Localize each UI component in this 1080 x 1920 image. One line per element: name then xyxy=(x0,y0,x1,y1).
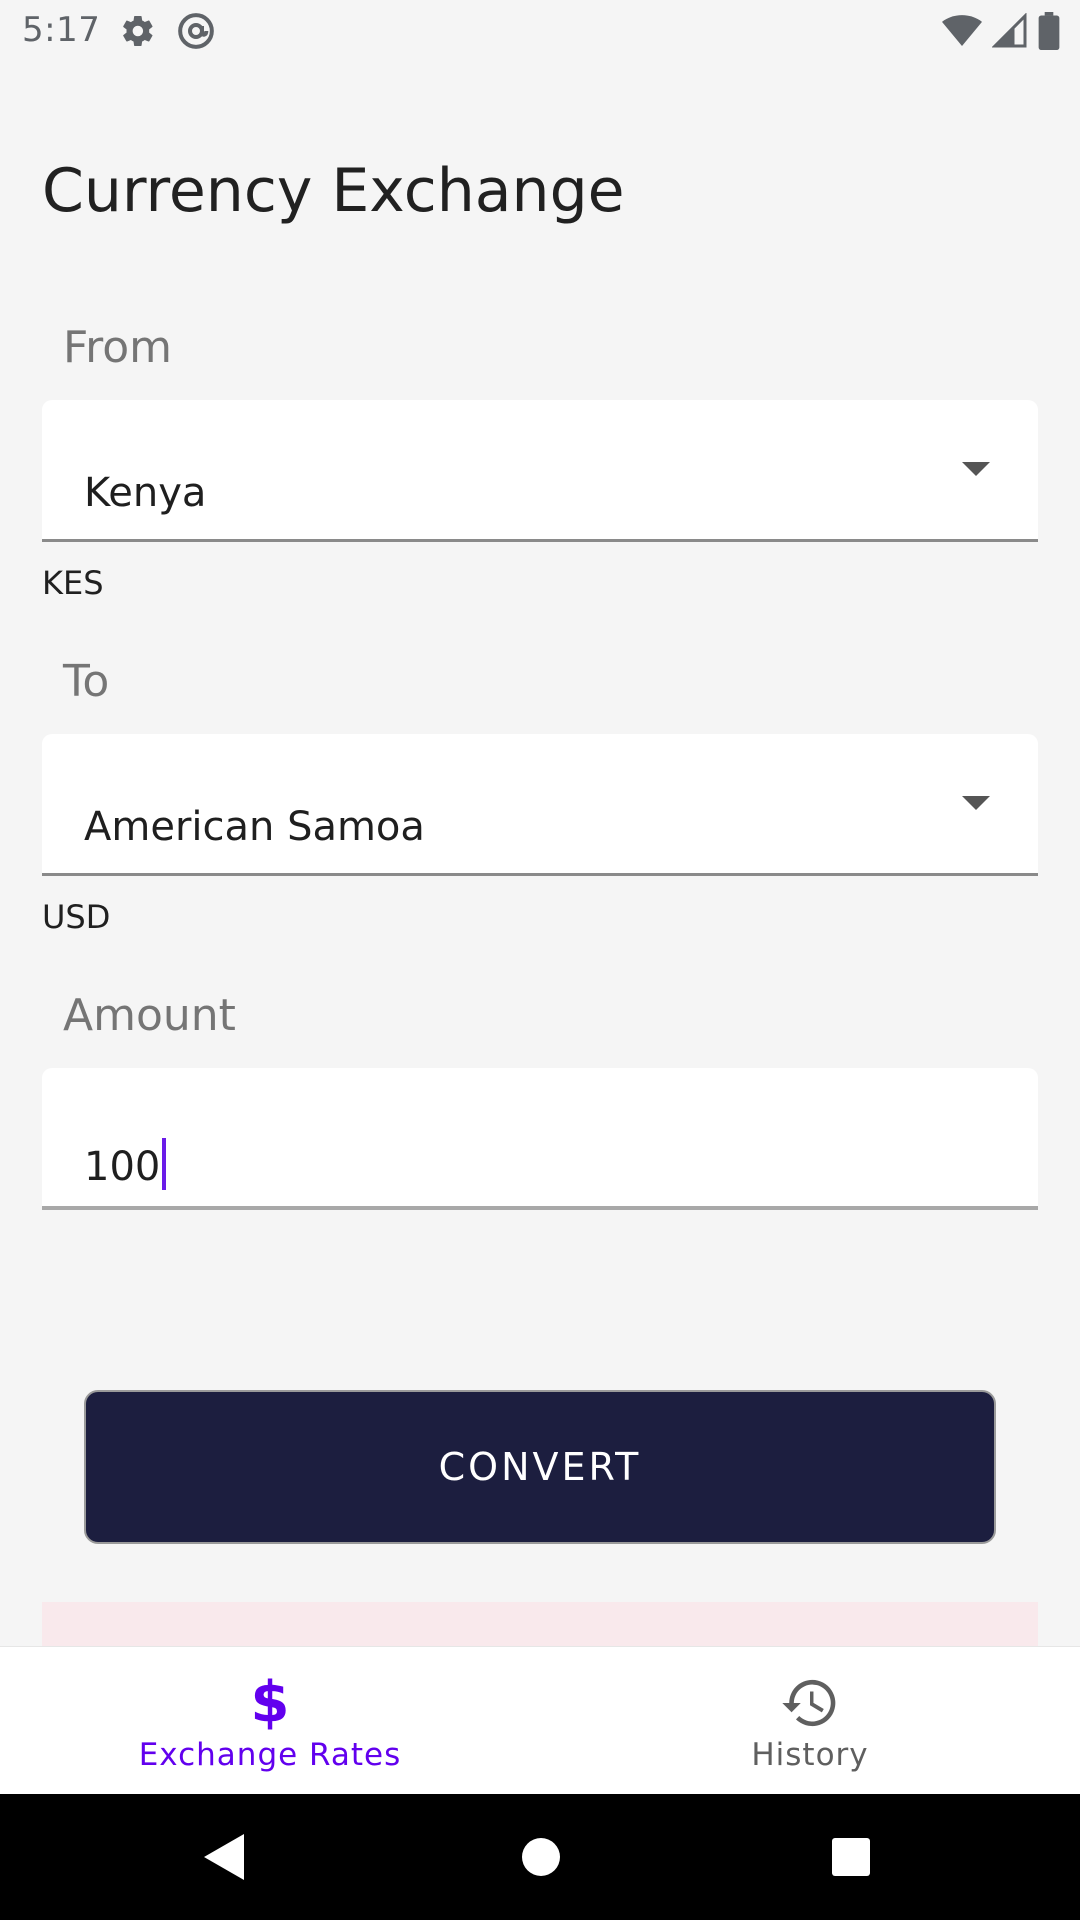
nav-item-label: Exchange Rates xyxy=(138,1737,402,1773)
amount-text: 100 xyxy=(84,1144,161,1190)
battery-icon xyxy=(1038,12,1060,54)
amount-input[interactable]: 100 xyxy=(42,1068,1038,1210)
from-country-value: Kenya xyxy=(84,470,207,516)
home-icon[interactable] xyxy=(520,1834,562,1884)
chevron-down-icon xyxy=(962,796,990,810)
cellular-icon xyxy=(991,12,1028,53)
to-label: To xyxy=(63,656,110,707)
from-label: From xyxy=(63,322,173,373)
system-navigation-bar xyxy=(0,1794,1080,1920)
at-sign-icon xyxy=(176,11,216,55)
from-country-dropdown[interactable]: Kenya xyxy=(42,400,1038,542)
status-bar: 5:17 xyxy=(0,0,1080,64)
page-title: Currency Exchange xyxy=(42,156,625,226)
back-icon[interactable] xyxy=(204,1834,246,1884)
recents-icon[interactable] xyxy=(830,1834,872,1884)
to-country-dropdown[interactable]: American Samoa xyxy=(42,734,1038,876)
history-icon xyxy=(780,1675,840,1731)
to-currency-code: USD xyxy=(42,898,111,936)
result-card xyxy=(42,1602,1038,1648)
dollar-icon: $ xyxy=(250,1670,290,1735)
bottom-navigation: $ Exchange Rates History xyxy=(0,1646,1080,1795)
gear-icon xyxy=(120,13,156,53)
status-time: 5:17 xyxy=(22,10,101,50)
amount-label: Amount xyxy=(63,990,236,1041)
convert-button[interactable]: CONVERT xyxy=(84,1390,996,1544)
wifi-icon xyxy=(942,13,982,53)
text-cursor xyxy=(162,1138,167,1190)
to-country-value: American Samoa xyxy=(84,804,425,850)
amount-value[interactable]: 100 xyxy=(84,1138,167,1190)
nav-item-history[interactable]: History xyxy=(540,1647,1080,1795)
nav-item-label: History xyxy=(751,1737,869,1773)
nav-item-exchange-rates[interactable]: $ Exchange Rates xyxy=(0,1647,540,1795)
from-currency-code: KES xyxy=(42,564,104,602)
chevron-down-icon xyxy=(962,462,990,476)
